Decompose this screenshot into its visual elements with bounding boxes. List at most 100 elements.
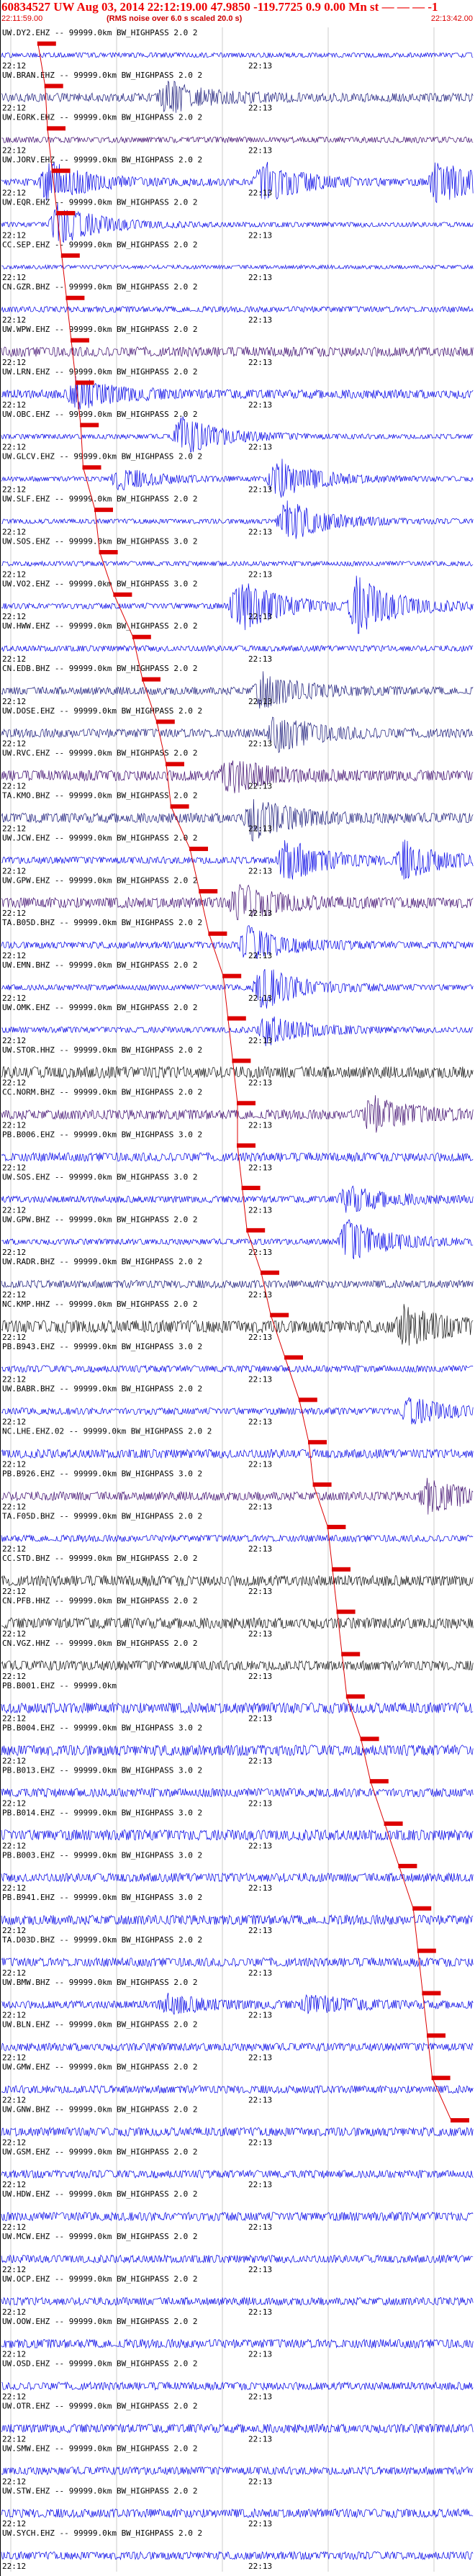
channel-label: UW.SOS.EHZ -- 99999.0km BW_HIGHPASS 3.0 … xyxy=(2,1172,198,1181)
trace-row: PB.B013.EHZ -- 99999.0km BW_HIGHPASS 3.0… xyxy=(1,1766,474,1808)
trace-row: PB.B003.EHZ -- 99999.0km BW_HIGHPASS 3.0… xyxy=(1,1850,474,1893)
time-tick-label: 22:13 xyxy=(248,994,272,1003)
time-tick-label: 22:12 xyxy=(2,2392,26,2402)
time-tick-label: 22:12 xyxy=(2,612,26,621)
waveform xyxy=(1,1151,474,1163)
waveform xyxy=(1,416,474,453)
waveform xyxy=(1,305,474,313)
channel-label: PB.B941.EHZ -- 99999.0km BW_HIGHPASS 3.0… xyxy=(2,1893,202,1902)
channel-label: UW.BABR.BHZ -- 99999.0km BW_HIGHPASS 2.0… xyxy=(2,1384,202,1394)
phase-pick-marker xyxy=(80,423,99,428)
trace-row: UW.BRAN.EHZ -- 99999.0km BW_HIGHPASS 2.0… xyxy=(1,71,474,113)
time-tick-label: 22:13 xyxy=(248,188,272,197)
trace-row: UW.OCP.EHZ -- 99999.0km BW_HIGHPASS 2.0 … xyxy=(1,2274,474,2317)
time-tick-label: 22:12 xyxy=(2,1078,26,1088)
time-tick-label: 22:12 xyxy=(2,1757,26,1766)
time-tick-label: 22:12 xyxy=(2,739,26,749)
channel-label: TA.KMO.BHZ -- 99999.0km BW_HIGHPASS 2.0 … xyxy=(2,791,198,801)
time-tick-label: 22:13 xyxy=(248,654,272,664)
time-tick-label: 22:12 xyxy=(2,1544,26,1554)
channel-label: CC.SEP.EHZ -- 99999.0km BW_HIGHPASS 2.0 … xyxy=(2,240,198,249)
trace-row: UW.OOW.EHZ -- 99999.0km BW_HIGHPASS 2.0 … xyxy=(1,2317,474,2359)
channel-label: UW.DOSE.EHZ -- 99999.0km BW_HIGHPASS 2.0… xyxy=(2,706,202,716)
time-tick-label: 22:12 xyxy=(2,1926,26,1935)
waveform xyxy=(1,1304,474,1346)
waveform xyxy=(1,1914,474,1926)
channel-label: TA.F05D.BHZ -- 99999.0km BW_HIGHPASS 2.0… xyxy=(2,1511,202,1521)
time-tick-label: 22:12 xyxy=(2,1459,26,1469)
phase-pick-marker xyxy=(37,41,56,46)
trace-row: UW.GNW.BHZ -- 99999.0km BW_HIGHPASS 2.0 … xyxy=(1,2104,474,2147)
trace-row: UW.HDW.EHZ -- 99999.0km BW_HIGHPASS 2.0 … xyxy=(1,2189,474,2232)
phase-pick-marker xyxy=(312,1482,332,1487)
waveform xyxy=(1,1185,474,1213)
time-tick-label: 22:13 xyxy=(248,909,272,918)
phase-pick-marker xyxy=(246,1228,266,1233)
time-tick-label: 22:13 xyxy=(248,1714,272,1724)
waveform xyxy=(1,376,474,410)
time-tick-label: 22:12 xyxy=(2,1883,26,1893)
trace-row: UW.GMW.EHZ -- 99999.0km BW_HIGHPASS 2.0 … xyxy=(1,2063,474,2104)
trace-row: UW.SLF.EHZ -- 99999.0km BW_HIGHPASS 2.0 … xyxy=(1,495,474,539)
trace-row: UW.EQR.EHZ -- 99999.0km BW_HIGHPASS 2.0 … xyxy=(1,197,474,243)
time-tick-label: 22:12 xyxy=(2,2265,26,2274)
trace-row: UW.EORK.EHZ -- 99999.0km BW_HIGHPASS 2.0… xyxy=(1,113,474,156)
waveform xyxy=(1,671,474,709)
trace-row: UW.EMN.BHZ -- 99999.0km BW_HIGHPASS 2.0 … xyxy=(1,960,474,1009)
phase-pick-marker xyxy=(384,1821,403,1827)
phase-pick-marker xyxy=(199,888,218,893)
waveform xyxy=(1,459,474,498)
time-tick-label: 22:13 xyxy=(248,1418,272,1427)
waveform xyxy=(1,883,474,920)
waveform xyxy=(1,2169,474,2179)
time-tick-label: 22:12 xyxy=(2,782,26,791)
trace-row: UW.STOR.HHZ -- 99999.0km BW_HIGHPASS 2.0… xyxy=(1,1045,474,1088)
waveform xyxy=(1,1397,474,1425)
channel-label: PB.B004.EHZ -- 99999.0km BW_HIGHPASS 3.0… xyxy=(2,1724,202,1733)
time-tick-label: 22:13 xyxy=(248,824,272,833)
waveform xyxy=(1,716,474,754)
trace-row: UW.DOSE.EHZ -- 99999.0km BW_HIGHPASS 2.0… xyxy=(1,706,474,754)
time-tick-label: 22:12 xyxy=(2,654,26,664)
channel-label: UW.RVC.EHZ -- 99999.0km BW_HIGHPASS 2.0 … xyxy=(2,749,198,758)
waveform xyxy=(1,1219,474,1259)
phase-pick-marker xyxy=(237,1143,255,1148)
waveform xyxy=(1,760,474,793)
channel-label: UW.EQR.EHZ -- 99999.0km BW_HIGHPASS 2.0 … xyxy=(2,197,198,207)
waveform xyxy=(1,2084,474,2094)
time-tick-label: 22:12 xyxy=(2,1163,26,1172)
channel-label: UW.STOR.HHZ -- 99999.0km BW_HIGHPASS 2.0… xyxy=(2,1045,202,1055)
trace-row: PB.B014.EHZ -- 99999.0km BW_HIGHPASS 3.0… xyxy=(1,1808,474,1850)
trace-row: UW.JORV.EHZ -- 99999.0km BW_HIGHPASS 2.0… xyxy=(1,156,474,204)
channel-label: UW.GLCV.EHZ -- 99999.0km BW_HIGHPASS 2.0… xyxy=(2,452,202,461)
time-tick-label: 22:13 xyxy=(248,1078,272,1088)
waveform xyxy=(1,500,474,539)
time-tick-label: 22:13 xyxy=(248,1290,272,1300)
phase-pick-marker xyxy=(56,211,76,216)
time-tick-label: 22:12 xyxy=(2,1587,26,1596)
phase-pick-marker xyxy=(155,719,175,724)
phase-pick-marker xyxy=(75,380,94,385)
trace-row: CC.STD.BHZ -- 99999.0km BW_HIGHPASS 2.0 … xyxy=(1,1554,474,1596)
time-tick-label: 22:12 xyxy=(2,61,26,71)
time-tick-label: 22:12 xyxy=(2,1121,26,1130)
trace-row: PB.B943.EHZ -- 99999.0km BW_HIGHPASS 3.0… xyxy=(1,1342,474,1384)
waveform xyxy=(1,264,474,270)
phase-pick-marker xyxy=(451,2118,469,2123)
waveform xyxy=(1,1617,474,1629)
trace-row: PB.B941.EHZ -- 99999.0km BW_HIGHPASS 3.0… xyxy=(1,1893,474,1935)
time-tick-label: 22:12 xyxy=(2,315,26,325)
channel-label: PB.B006.EHZ -- 99999.0km BW_HIGHPASS 3.0… xyxy=(2,1130,202,1140)
time-tick-label: 22:12 xyxy=(2,2519,26,2528)
time-tick-label: 22:12 xyxy=(2,2223,26,2232)
phase-pick-marker xyxy=(427,2033,445,2038)
time-tick-label: 22:13 xyxy=(248,2519,272,2528)
phase-pick-marker xyxy=(327,1524,346,1529)
waveform xyxy=(1,2423,474,2434)
phase-pick-marker xyxy=(369,1779,389,1784)
phase-pick-marker xyxy=(241,1186,261,1191)
time-tick-label: 22:13 xyxy=(248,485,272,495)
trace-row: TA.B05D.BHZ -- 99999.0km BW_HIGHPASS 2.0… xyxy=(1,918,474,960)
time-tick-label: 22:12 xyxy=(2,2562,26,2571)
phase-pick-marker xyxy=(336,1609,356,1614)
